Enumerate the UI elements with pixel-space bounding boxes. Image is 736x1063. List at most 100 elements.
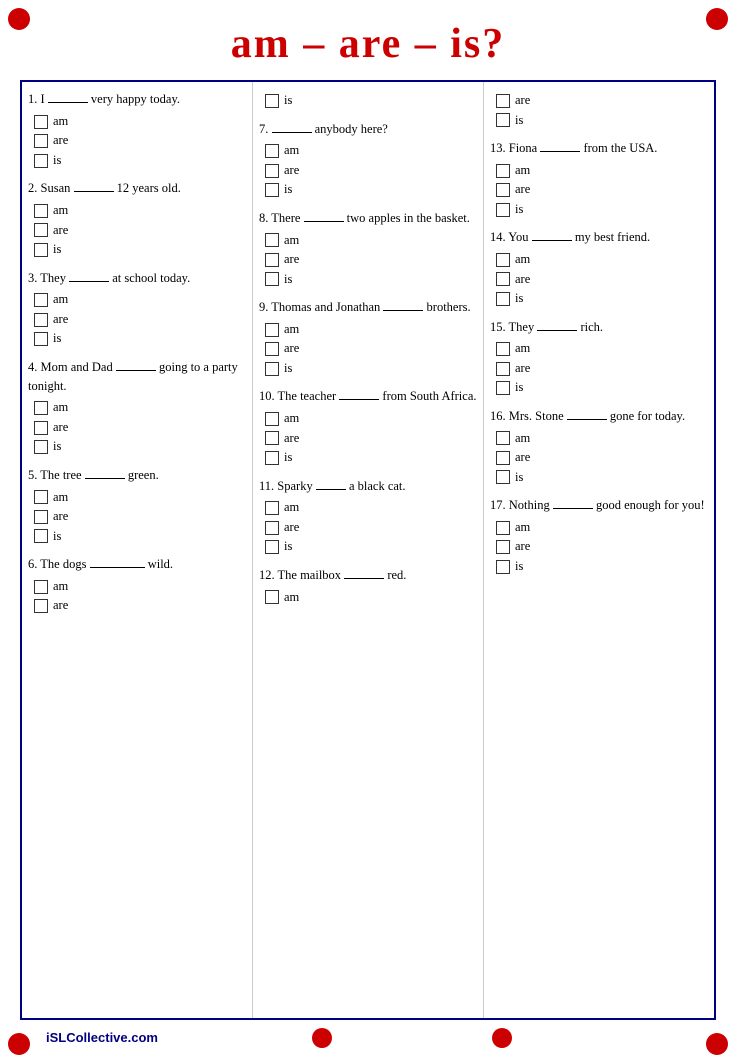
checkbox[interactable]	[496, 362, 510, 376]
checkbox[interactable]	[34, 204, 48, 218]
question-13: 13. Fiona from the USA. am are is	[490, 139, 708, 218]
checkbox[interactable]	[496, 381, 510, 395]
checkbox[interactable]	[34, 293, 48, 307]
checkbox[interactable]	[34, 401, 48, 415]
checkbox[interactable]	[496, 540, 510, 554]
checkbox[interactable]	[496, 342, 510, 356]
checkbox[interactable]	[265, 362, 279, 376]
q14-options: am are is	[496, 251, 708, 308]
checkbox[interactable]	[34, 332, 48, 346]
checkbox[interactable]	[265, 431, 279, 445]
checkbox[interactable]	[34, 440, 48, 454]
checkbox[interactable]	[265, 144, 279, 158]
checkbox[interactable]	[265, 501, 279, 515]
q5-text: 5. The tree green.	[28, 466, 246, 485]
option-row: am	[496, 519, 708, 537]
checkbox[interactable]	[34, 529, 48, 543]
question-11: 11. Sparky a black cat. am are is	[259, 477, 477, 556]
option-row: are	[34, 597, 246, 615]
option-row: are	[496, 449, 708, 467]
checkbox[interactable]	[496, 292, 510, 306]
question-3: 3. They at school today. am are is	[28, 269, 246, 348]
checkbox[interactable]	[496, 470, 510, 484]
q17-options: am are is	[496, 519, 708, 576]
checkbox[interactable]	[34, 115, 48, 129]
question-9: 9. Thomas and Jonathan brothers. am are …	[259, 298, 477, 377]
q16-options: am are is	[496, 430, 708, 487]
option-row: are	[496, 271, 708, 289]
option-row: is	[265, 271, 477, 289]
checkbox[interactable]	[496, 94, 510, 108]
checkbox[interactable]	[496, 113, 510, 127]
checkbox[interactable]	[34, 580, 48, 594]
checkbox[interactable]	[265, 521, 279, 535]
checkbox[interactable]	[265, 253, 279, 267]
checkbox[interactable]	[34, 243, 48, 257]
option-row: are	[265, 430, 477, 448]
q2-text: 2. Susan 12 years old.	[28, 179, 246, 198]
checkbox[interactable]	[265, 183, 279, 197]
option-row: is	[496, 112, 708, 130]
checkbox[interactable]	[496, 203, 510, 217]
checkbox[interactable]	[265, 540, 279, 554]
checkbox[interactable]	[496, 164, 510, 178]
q15-text: 15. They rich.	[490, 318, 708, 337]
checkbox[interactable]	[265, 94, 279, 108]
checkbox[interactable]	[34, 510, 48, 524]
question-7: 7. anybody here? am are is	[259, 120, 477, 199]
q11-text: 11. Sparky a black cat.	[259, 477, 477, 496]
checkbox[interactable]	[34, 134, 48, 148]
q11-options: am are is	[265, 499, 477, 556]
option-row: is	[34, 241, 246, 259]
option-row: are	[34, 132, 246, 150]
checkbox[interactable]	[34, 154, 48, 168]
q7-text: 7. anybody here?	[259, 120, 477, 139]
option-row: are	[34, 419, 246, 437]
option-row: am	[34, 578, 246, 596]
option-row: is	[496, 469, 708, 487]
q13-text: 13. Fiona from the USA.	[490, 139, 708, 158]
page: am – are – is? 1. I very happy today. am…	[0, 0, 736, 1063]
option-row: is	[34, 528, 246, 546]
question-8: 8. There two apples in the basket. am ar…	[259, 209, 477, 288]
option-row: are	[265, 251, 477, 269]
checkbox[interactable]	[265, 590, 279, 604]
option-row: are	[265, 340, 477, 358]
option-row: are	[34, 222, 246, 240]
checkbox[interactable]	[34, 223, 48, 237]
checkbox[interactable]	[265, 412, 279, 426]
q1-text: 1. I very happy today.	[28, 90, 246, 109]
checkbox[interactable]	[265, 233, 279, 247]
checkbox[interactable]	[265, 164, 279, 178]
checkbox[interactable]	[34, 490, 48, 504]
page-title: am – are – is?	[10, 10, 726, 80]
checkbox[interactable]	[496, 451, 510, 465]
q15-options: am are is	[496, 340, 708, 397]
question-10: 10. The teacher from South Africa. am ar…	[259, 387, 477, 466]
option-row: am	[265, 321, 477, 339]
q9-options: am are is	[265, 321, 477, 378]
checkbox[interactable]	[265, 323, 279, 337]
checkbox[interactable]	[34, 313, 48, 327]
q13-options: am are is	[496, 162, 708, 219]
q6-options: am are	[34, 578, 246, 615]
checkbox[interactable]	[496, 521, 510, 535]
checkbox[interactable]	[496, 272, 510, 286]
option-row: am	[265, 589, 477, 607]
checkbox[interactable]	[34, 599, 48, 613]
checkbox[interactable]	[496, 253, 510, 267]
q3-options: am are is	[34, 291, 246, 348]
option-row: am	[496, 340, 708, 358]
checkbox[interactable]	[34, 421, 48, 435]
corner-dot-bl	[8, 1033, 30, 1055]
checkbox[interactable]	[265, 342, 279, 356]
checkbox[interactable]	[496, 560, 510, 574]
checkbox[interactable]	[265, 272, 279, 286]
checkbox[interactable]	[265, 451, 279, 465]
option-row: is	[34, 330, 246, 348]
checkbox[interactable]	[496, 183, 510, 197]
checkbox[interactable]	[496, 431, 510, 445]
option-row: am	[265, 499, 477, 517]
q10-text: 10. The teacher from South Africa.	[259, 387, 477, 406]
bottom-dot-center-right	[492, 1028, 512, 1048]
